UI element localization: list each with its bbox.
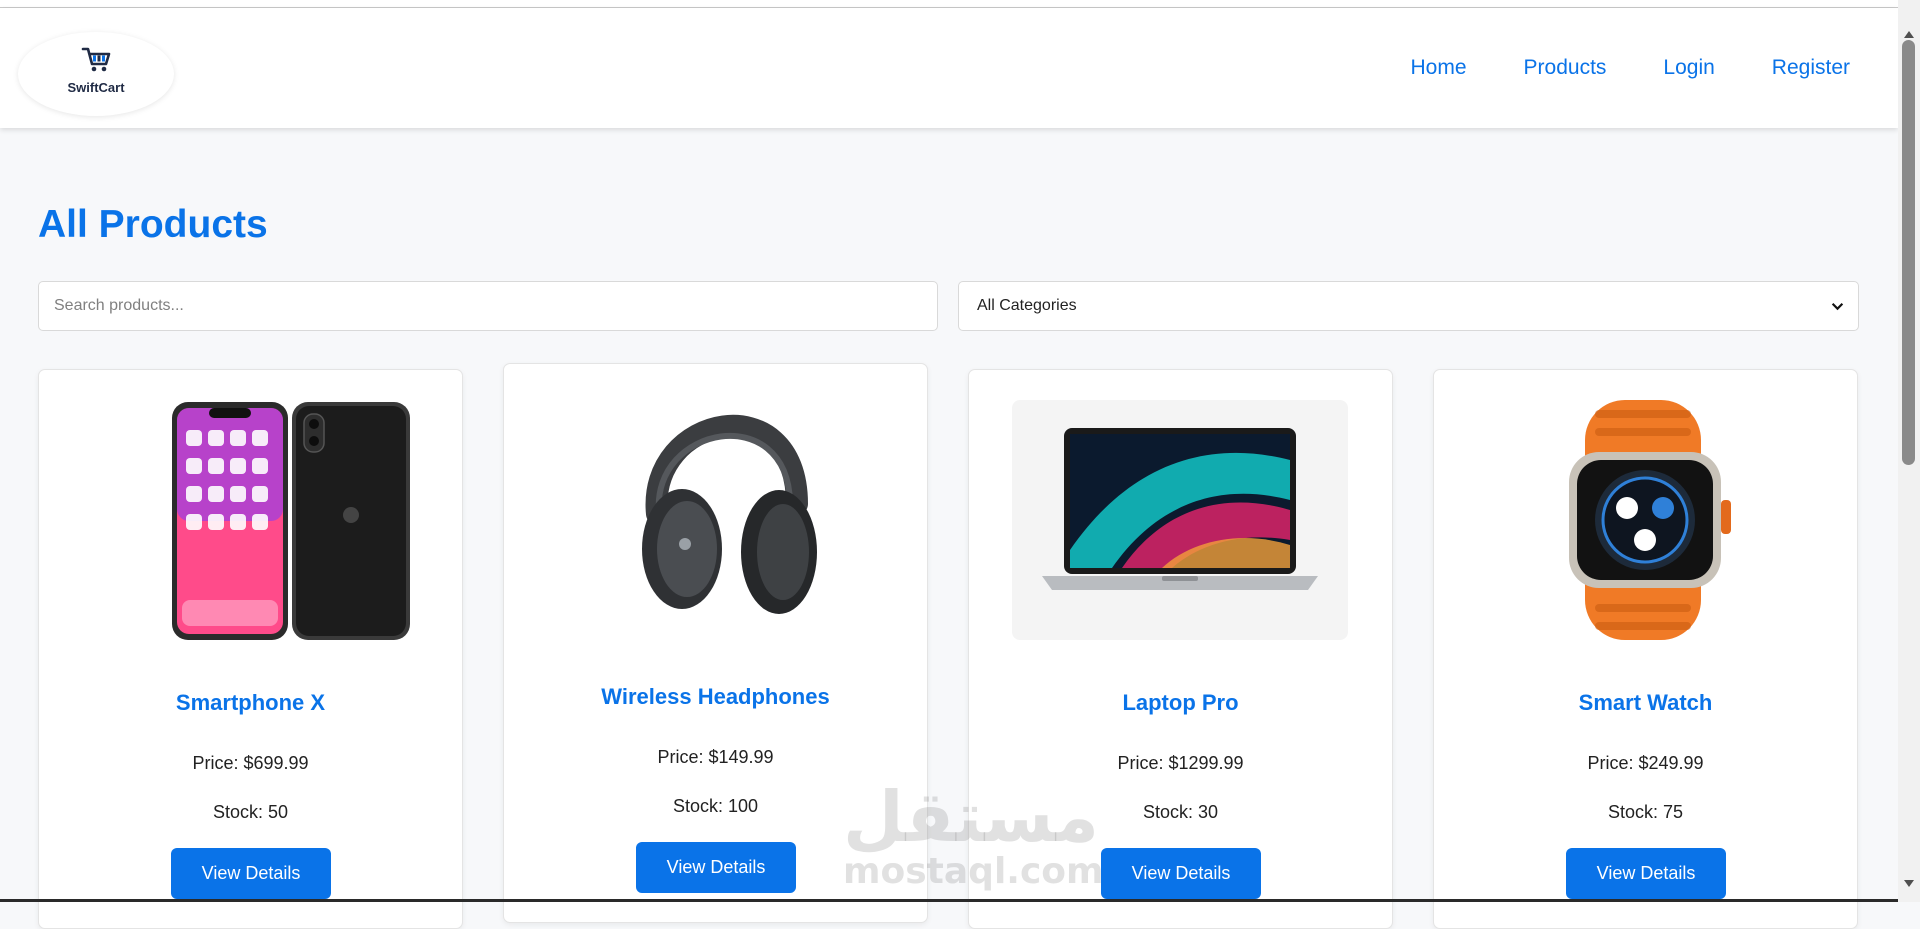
product-stock: Stock: 100 xyxy=(672,796,759,816)
page-title: All Products xyxy=(38,203,268,246)
view-details-button[interactable]: View Details xyxy=(171,848,331,899)
category-select[interactable]: All Categories xyxy=(958,281,1859,331)
nav-products-link[interactable]: Products xyxy=(1524,56,1607,80)
product-stock: Stock: 30 xyxy=(1142,802,1219,822)
main-nav: Home Products Login Register xyxy=(1411,56,1851,80)
view-details-button[interactable]: View Details xyxy=(1566,848,1726,899)
product-name[interactable]: Smart Watch xyxy=(1434,690,1857,716)
product-card: Wireless Headphones Price: $149.99 Stock… xyxy=(503,363,928,923)
search-input[interactable] xyxy=(38,281,938,331)
smartwatch-image xyxy=(1569,400,1731,640)
product-price: Price: $149.99 xyxy=(657,747,774,767)
scrollbar-thumb[interactable] xyxy=(1902,40,1915,465)
headphones-image xyxy=(642,414,817,614)
site-header: SwiftCart Home Products Login Register xyxy=(0,8,1898,128)
laptop-image xyxy=(1012,400,1348,640)
scroll-up-arrow-icon[interactable] xyxy=(1904,30,1914,38)
product-name[interactable]: Laptop Pro xyxy=(969,690,1392,716)
product-stock: Stock: 50 xyxy=(212,802,289,822)
product-price: Price: $1299.99 xyxy=(1117,753,1244,773)
logo[interactable]: SwiftCart xyxy=(18,32,174,116)
browser-top-edge xyxy=(0,0,1898,8)
scrollbar[interactable] xyxy=(1898,0,1920,902)
chevron-down-icon xyxy=(1831,303,1844,311)
product-name[interactable]: Smartphone X xyxy=(39,690,462,716)
product-card: Smart Watch Price: $249.99 Stock: 75 Vie… xyxy=(1433,369,1858,929)
nav-home-link[interactable]: Home xyxy=(1411,56,1467,80)
scroll-down-arrow-icon[interactable] xyxy=(1904,880,1914,888)
logo-text: SwiftCart xyxy=(67,80,125,95)
product-card: Laptop Pro Price: $1299.99 Stock: 30 Vie… xyxy=(968,369,1393,929)
view-details-button[interactable]: View Details xyxy=(636,842,796,893)
product-price: Price: $699.99 xyxy=(192,753,309,773)
view-details-button[interactable]: View Details xyxy=(1101,848,1261,899)
product-card: Smartphone X Price: $699.99 Stock: 50 Vi… xyxy=(38,369,463,929)
nav-login-link[interactable]: Login xyxy=(1663,56,1714,80)
smartphone-image xyxy=(172,402,410,640)
cart-icon xyxy=(81,47,111,72)
category-select-value: All Categories xyxy=(977,297,1077,314)
product-stock: Stock: 75 xyxy=(1607,802,1684,822)
product-name[interactable]: Wireless Headphones xyxy=(504,684,927,710)
nav-register-link[interactable]: Register xyxy=(1772,56,1850,80)
product-price: Price: $249.99 xyxy=(1587,753,1704,773)
